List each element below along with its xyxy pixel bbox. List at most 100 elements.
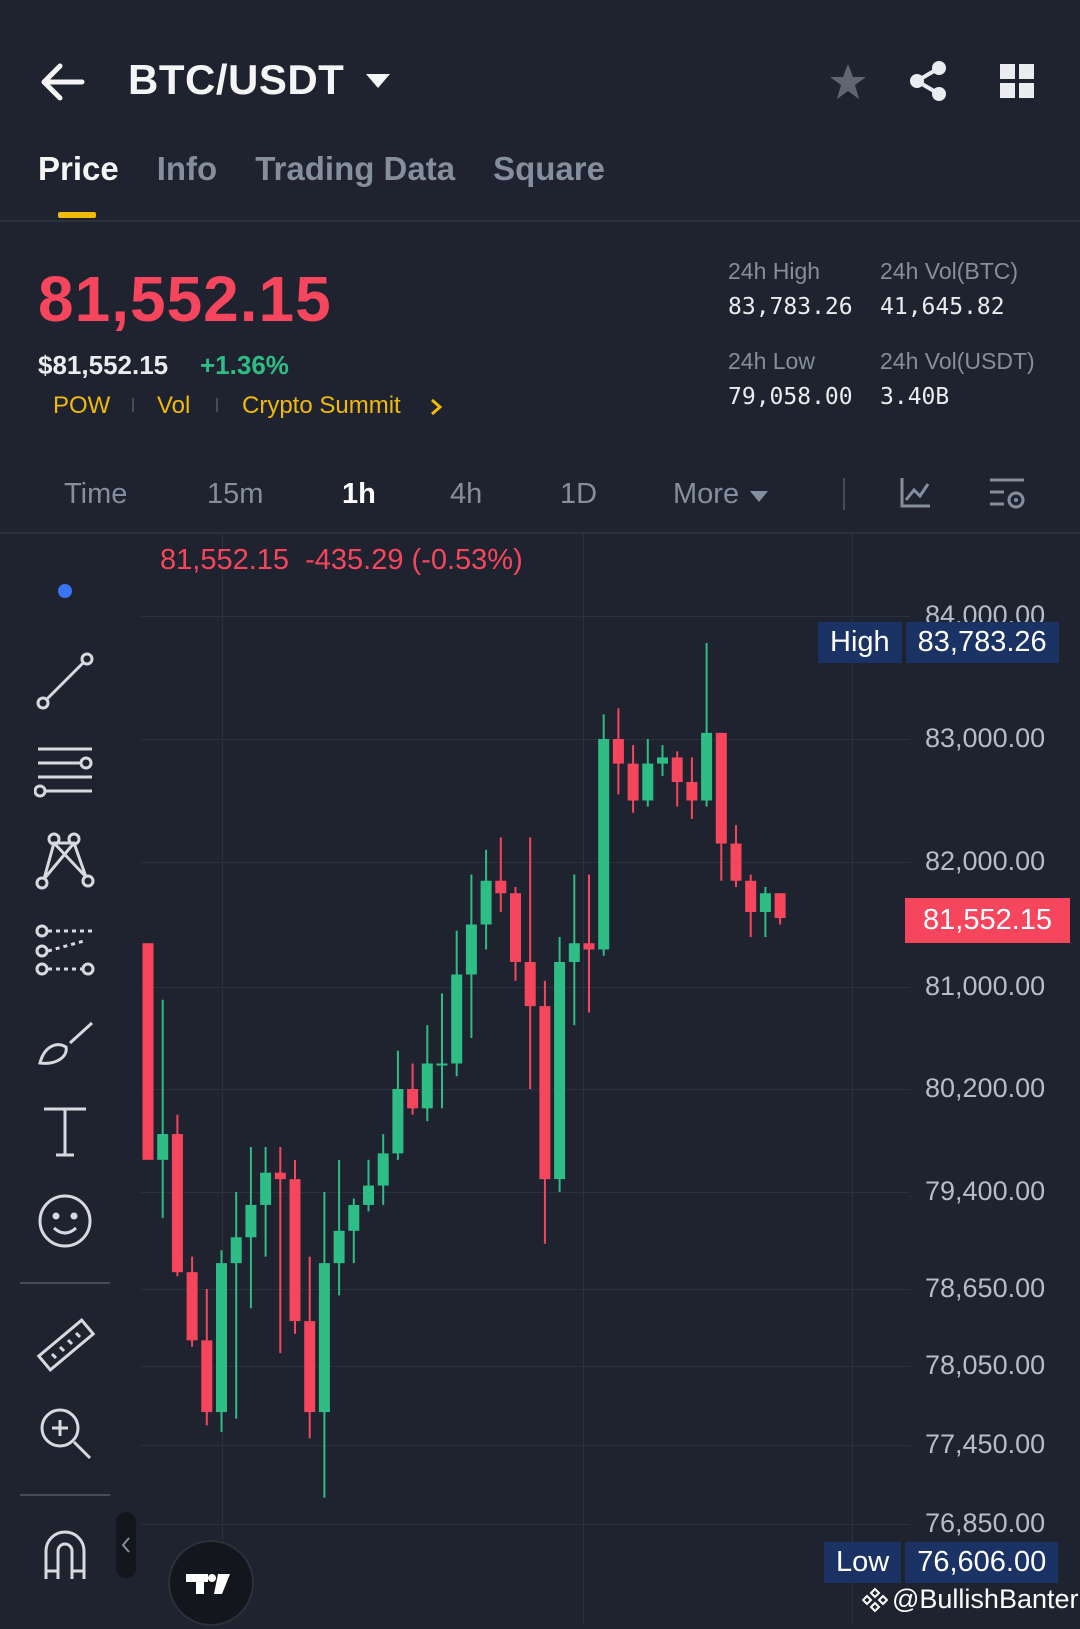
- candle-body: [318, 1263, 330, 1413]
- candle: [436, 993, 448, 1109]
- candle: [333, 1159, 345, 1296]
- trend-line-icon[interactable]: [30, 646, 100, 716]
- toolbar-divider: [20, 1494, 110, 1496]
- candle: [480, 849, 492, 950]
- candle: [216, 1250, 227, 1432]
- candle-body: [377, 1153, 389, 1186]
- candle: [348, 1198, 360, 1264]
- candle: [598, 714, 610, 956]
- candle-body: [554, 962, 566, 1180]
- toolbar-divider: [20, 1282, 110, 1284]
- candle-body: [407, 1089, 419, 1109]
- candle-body: [627, 763, 639, 801]
- candle: [421, 1025, 433, 1122]
- candle-body: [392, 1089, 404, 1154]
- candle-body: [216, 1263, 227, 1413]
- candle: [701, 643, 713, 807]
- candle-body: [539, 1006, 551, 1180]
- candle-body: [289, 1179, 301, 1322]
- candle-body: [657, 757, 668, 764]
- candle-body: [495, 880, 507, 894]
- candle-body: [745, 880, 757, 912]
- fib-retracement-icon[interactable]: [30, 916, 100, 986]
- low-badge-label: Low: [824, 1542, 902, 1583]
- candle: [245, 1146, 257, 1309]
- candle-body: [304, 1321, 316, 1413]
- candle: [627, 745, 639, 813]
- collapse-toolbar-handle[interactable]: [116, 1512, 136, 1578]
- candle-body: [186, 1272, 198, 1341]
- pattern-icon[interactable]: [30, 826, 100, 896]
- candle-body: [568, 943, 580, 962]
- candlestick-chart[interactable]: [0, 0, 1080, 1624]
- candle-body: [524, 962, 536, 1007]
- candle-body: [612, 739, 624, 764]
- high-badge-value: 83,783.26: [905, 622, 1059, 663]
- candle-body: [274, 1172, 286, 1180]
- magnet-icon[interactable]: [30, 1520, 100, 1590]
- candle: [583, 874, 595, 1013]
- horizontal-lines-icon[interactable]: [30, 736, 100, 806]
- candle-body: [260, 1172, 272, 1205]
- candle-body: [730, 843, 742, 881]
- candle: [318, 1192, 330, 1498]
- candle-body: [230, 1237, 242, 1264]
- candle: [510, 887, 521, 981]
- candle: [451, 930, 463, 1077]
- candle-body: [598, 739, 610, 950]
- candle-body: [142, 943, 154, 1160]
- candle: [274, 1146, 286, 1354]
- high-badge-label: High: [818, 622, 902, 663]
- candle-body: [510, 893, 521, 962]
- watermark: @BullishBanter: [862, 1584, 1079, 1615]
- candle: [686, 757, 698, 819]
- candle: [774, 893, 786, 925]
- candle-body: [759, 893, 771, 912]
- candle: [157, 999, 169, 1218]
- brush-icon[interactable]: [30, 1006, 100, 1076]
- candle-body: [436, 1063, 448, 1066]
- text-tool-icon[interactable]: [30, 1096, 100, 1166]
- candle-body: [201, 1340, 213, 1413]
- high-badge: High 83,783.26: [818, 622, 1059, 663]
- candle-body: [245, 1204, 257, 1238]
- candle: [465, 874, 477, 1038]
- candle: [377, 1134, 389, 1205]
- low-badge: Low 76,606.00: [824, 1542, 1059, 1583]
- candle-body: [642, 763, 654, 801]
- candle: [524, 837, 536, 1089]
- candle-body: [363, 1185, 374, 1205]
- candle-body: [333, 1230, 345, 1264]
- zoom-in-icon[interactable]: [30, 1398, 100, 1468]
- candle: [392, 1050, 404, 1160]
- tradingview-logo: [168, 1540, 254, 1626]
- candle-body: [671, 757, 683, 783]
- candle-body: [715, 732, 727, 844]
- candle: [642, 739, 654, 807]
- candle-body: [348, 1204, 360, 1231]
- candle: [568, 874, 580, 1026]
- candle: [186, 1256, 198, 1347]
- candle: [407, 1063, 419, 1115]
- candle-body: [465, 924, 477, 975]
- candle-body: [421, 1063, 433, 1109]
- candle: [657, 745, 668, 776]
- candle: [671, 751, 683, 807]
- candle-body: [157, 1134, 169, 1160]
- candle: [363, 1159, 374, 1212]
- low-badge-value: 76,606.00: [905, 1542, 1059, 1583]
- current-price-badge: 81,552.15: [905, 898, 1071, 943]
- ruler-icon[interactable]: [30, 1310, 100, 1380]
- candle: [230, 1192, 242, 1419]
- candle: [759, 887, 771, 937]
- candle: [612, 708, 624, 795]
- candle: [304, 1256, 316, 1439]
- candle-body: [701, 732, 713, 801]
- candle: [171, 1114, 183, 1277]
- candle: [495, 837, 507, 912]
- candle-body: [451, 974, 463, 1064]
- candle: [554, 937, 566, 1192]
- emoji-icon[interactable]: [30, 1186, 100, 1256]
- candle-body: [686, 782, 698, 801]
- candle-body: [583, 943, 595, 950]
